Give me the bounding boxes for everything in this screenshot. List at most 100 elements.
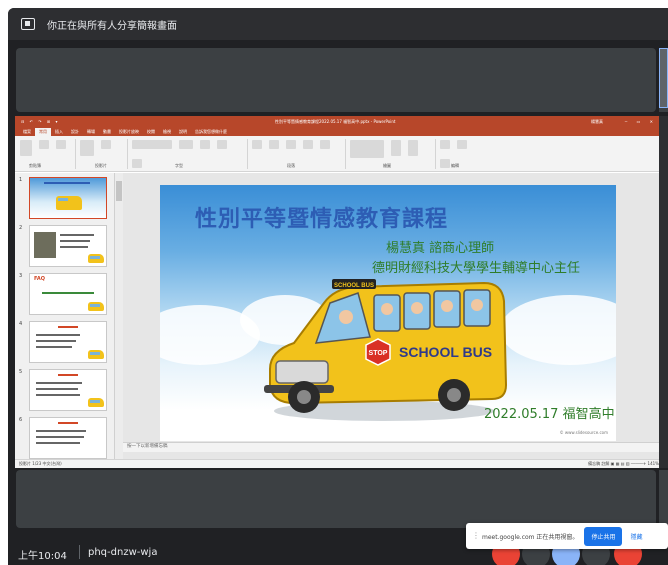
thumb-text-line [42,292,94,294]
slide-thumbnails-panel: 1 2 3 FAQ 4 5 6 [15,173,115,459]
align-left-button[interactable] [286,140,297,149]
editing-group [439,139,479,168]
select-button[interactable] [440,159,450,168]
ribbon-divider [75,139,76,169]
thumb-text-line [36,340,76,342]
tab-home[interactable]: 常用 [35,128,51,136]
copy-button[interactable] [56,140,67,149]
bus-side-text: SCHOOL BUS [399,344,492,360]
tab-view[interactable]: 檢視 [159,128,175,136]
school-bus-illustration: STOP SCHOOL BUS SCHOOL BUS [264,279,508,421]
shapes-gallery[interactable] [350,140,384,158]
ribbon-group-label: 剪貼簿 [29,163,41,168]
thumb-text-line [60,246,88,248]
stop-sharing-button[interactable]: 停止共用 [584,526,623,546]
thumb-photo [34,232,56,258]
meeting-clock: 上午10:04 [18,551,67,562]
tab-design[interactable]: 設計 [67,128,83,136]
ribbon-divider [435,139,436,169]
tell-me-search[interactable]: 告訴我您想做什麼 [191,128,231,136]
tab-help[interactable]: 說明 [175,128,191,136]
status-view-controls[interactable]: 備忘稿 註解 ▣ ▦ ▤ ▥ ─────+ 141% [588,461,659,467]
slide-speaker: 楊慧真 諮商心理師 [386,241,495,256]
thumb-text-line [60,240,90,242]
font-family-select[interactable] [132,140,172,149]
find-button[interactable] [440,140,450,149]
thumb-title-line [58,374,78,376]
italic-button[interactable] [217,140,228,149]
tab-review[interactable]: 校閱 [143,128,159,136]
slide-thumbnail[interactable] [29,225,107,267]
participant-tile-top [16,48,656,112]
drawing-group [349,139,429,163]
replace-button[interactable] [457,140,468,149]
text-direction-button[interactable] [320,140,331,149]
ribbon-group-label: 段落 [287,163,295,168]
drag-handle-icon[interactable]: ⋮ [472,532,480,540]
hide-notification-button[interactable]: 隱藏 [630,532,642,541]
quick-styles-button[interactable] [408,140,419,156]
font-size-select[interactable] [179,140,194,149]
window-controls[interactable]: ─ ▭ ✕ [625,119,657,124]
child-face [471,299,483,311]
divider [79,545,80,559]
editor-area: 1 2 3 FAQ 4 5 6 性別平等暨情感教育課程 楊慧真 諮商心理師 德明… [15,173,663,459]
meet-window: 你正在與所有人分享簡報畫面 ⊟ ↶ ↷ ⊞ ▾ 性別平等暨情感教育課程2022.… [8,8,668,565]
present-screen-icon [21,18,35,30]
thumb-number: 2 [19,225,23,231]
ribbon-tabs: 檔案 常用 插入 設計 轉場 動畫 投影片放映 校閱 檢視 說明 告訴我您想做什… [15,127,663,136]
cloud-decoration [500,295,616,365]
underline-button[interactable] [132,159,142,168]
tab-file[interactable]: 檔案 [19,128,35,136]
paste-button[interactable] [20,140,32,156]
powerpoint-titlebar: ⊟ ↶ ↷ ⊞ ▾ 性別平等暨情感教育課程2022.05.17 福智高中.ppt… [15,116,663,127]
thumb-number: 1 [19,177,23,183]
tab-transitions[interactable]: 轉場 [83,128,99,136]
bus-top-sign-text: SCHOOL BUS [334,283,374,289]
ribbon-group-label: 投影片 [95,163,107,168]
new-slide-button[interactable] [80,140,94,156]
numbering-button[interactable] [269,140,280,149]
shared-screen: ⊟ ↶ ↷ ⊞ ▾ 性別平等暨情感教育課程2022.05.17 福智高中.ppt… [15,116,663,468]
thumb-title-line [44,182,90,184]
slide-thumbnail[interactable] [29,417,107,459]
thumb-text-line [36,442,80,444]
thumbnail-scrollbar[interactable] [115,173,123,459]
presenting-banner: 你正在與所有人分享簡報畫面 [8,8,668,40]
thumb-text-line [36,436,84,438]
ribbon-divider [247,139,248,169]
ribbon-group-label: 編輯 [451,163,459,168]
thumb-text-line [36,394,80,396]
thumb-bus-image [88,350,104,359]
thumb-bus-image [56,196,82,210]
document-title: 性別平等暨情感教育課程2022.05.17 福智高中.pptx - PowerP… [275,119,396,124]
tab-insert[interactable]: 插入 [51,128,67,136]
tab-animations[interactable]: 動畫 [99,128,115,136]
slide-thumbnail[interactable]: FAQ [29,273,107,315]
quick-access-toolbar[interactable]: ⊟ ↶ ↷ ⊞ ▾ [21,119,60,124]
slide-thumbnail[interactable] [29,321,107,363]
align-center-button[interactable] [303,140,314,149]
slide-thumbnail[interactable] [29,177,107,219]
thumb-text-line [36,388,78,390]
powerpoint-statusbar: 投影片 1/23 中文(台灣) 備忘稿 註解 ▣ ▦ ▤ ▥ ─────+ 14… [15,459,663,468]
notes-pane[interactable]: 按一下以新增備忘稿 [123,442,663,452]
arrange-button[interactable] [391,140,402,156]
thumb-number: 4 [19,321,23,327]
slide-title: 性別平等暨情感教育課程 [195,207,449,232]
bullets-button[interactable] [252,140,262,149]
presenting-banner-text: 你正在與所有人分享簡報畫面 [47,20,177,32]
tab-slideshow[interactable]: 投影片放映 [115,128,143,136]
cut-button[interactable] [39,140,50,149]
thumb-text-line [60,234,94,236]
ribbon: 剪貼簿 投影片 字型 段落 繪圖 編輯 [15,136,663,172]
bold-button[interactable] [200,140,211,149]
notification-text: meet.google.com 正在共用視窗。 [482,533,579,541]
slide-thumbnail[interactable] [29,369,107,411]
slide-canvas[interactable]: 性別平等暨情感教育課程 楊慧真 諮商心理師 德明財經科技大學學生輔導中心主任 S… [160,185,616,441]
layout-button[interactable] [101,140,112,149]
driver-face [339,310,353,324]
scrollbar-thumb[interactable] [116,181,122,201]
meeting-code[interactable]: phq-dnzw-wja [88,547,157,558]
self-view-tile[interactable] [659,48,668,108]
